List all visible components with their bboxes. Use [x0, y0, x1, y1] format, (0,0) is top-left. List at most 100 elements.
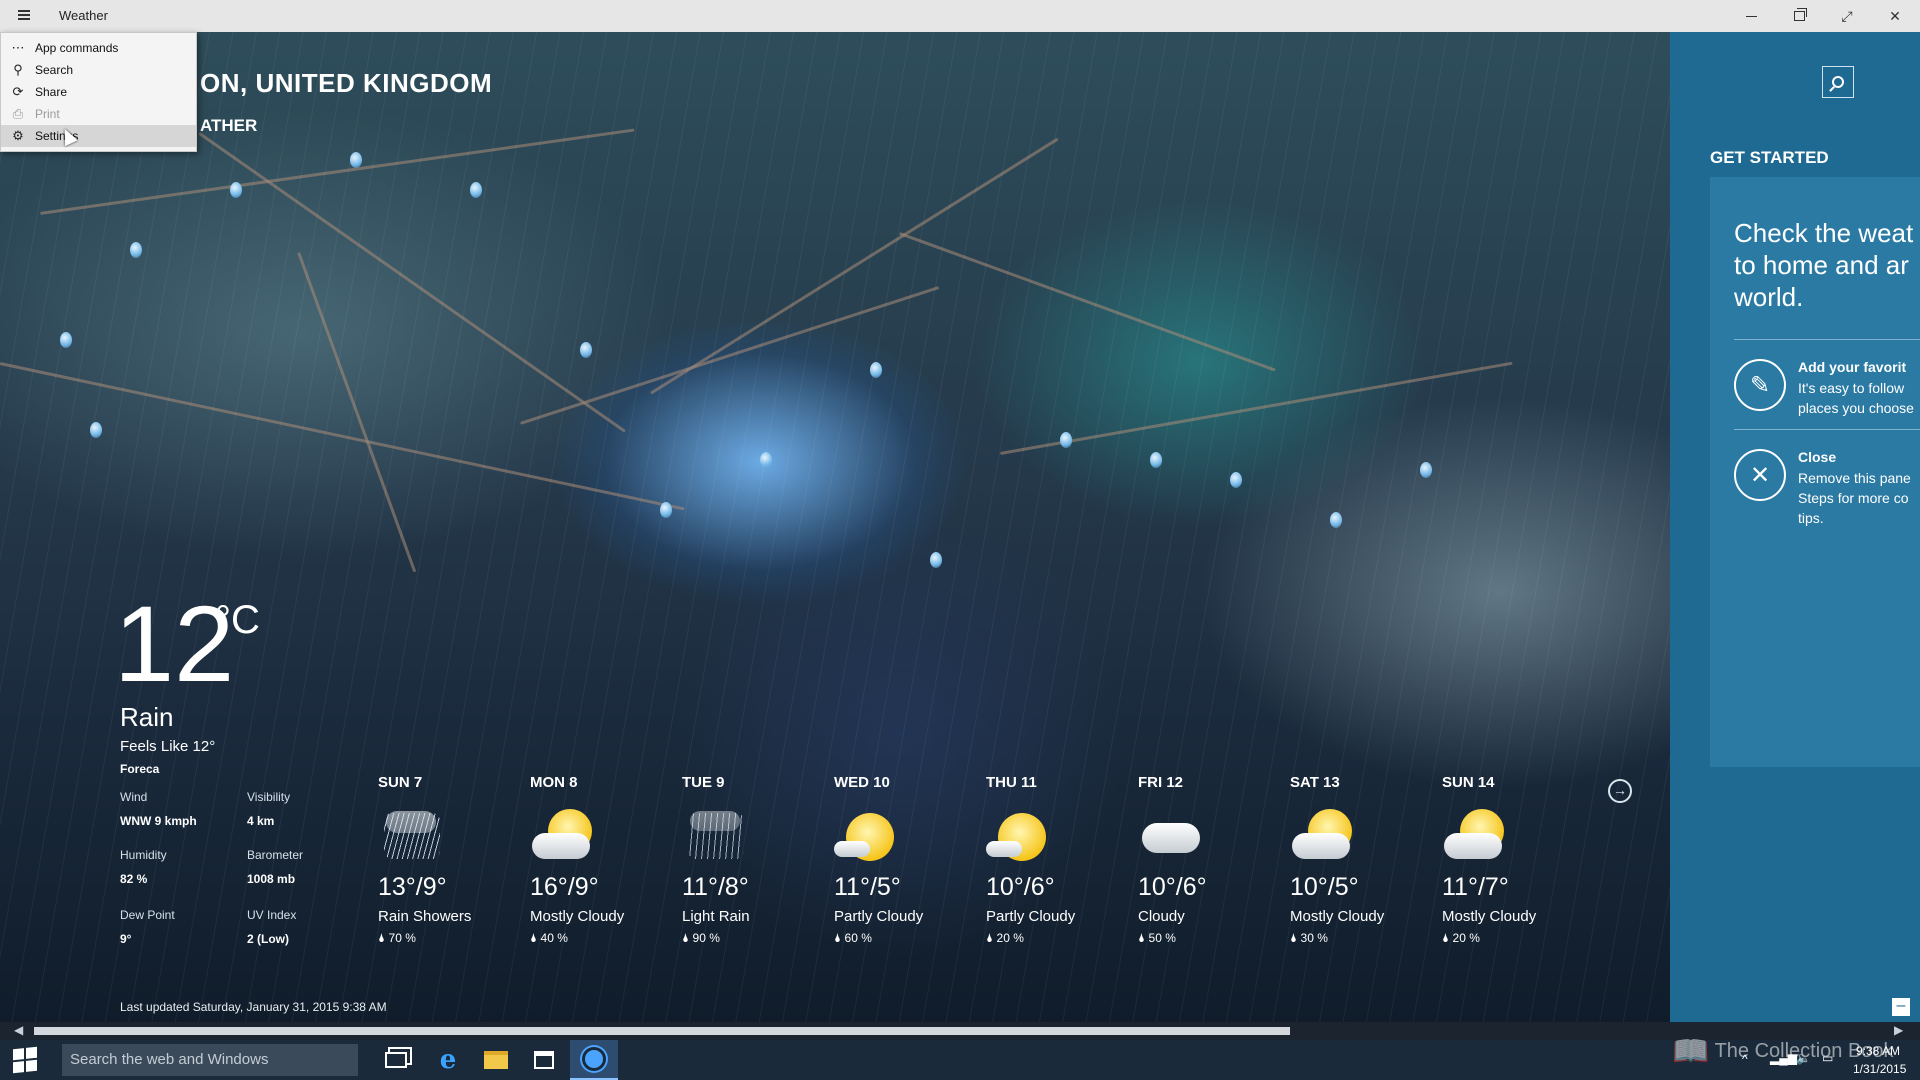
detail-wind: Wind WNW 9 kmph	[120, 790, 197, 828]
forecast-day[interactable]: SUN 7 13°/9° Rain Showers 🌢 70 %	[378, 774, 528, 946]
taskbar-search[interactable]: Search the web and Windows	[62, 1044, 358, 1076]
scroll-right-icon[interactable]: ▶	[1894, 1023, 1903, 1037]
mostly-cloudy-icon	[1442, 807, 1512, 865]
droplet-icon: 🌢	[1138, 931, 1146, 945]
close-button[interactable]: ✕	[1871, 0, 1919, 32]
precip-value: 50 %	[1148, 931, 1176, 945]
sun-icon	[585, 1050, 603, 1068]
detail-value: WNW 9 kmph	[120, 814, 197, 828]
forecast-temps: 10°/5°	[1290, 873, 1359, 901]
forecast-day[interactable]: FRI 12 10°/6° Cloudy 🌢 50 %	[1138, 774, 1288, 946]
item-desc: It's easy to follow places you choose	[1798, 380, 1914, 416]
forecast-condition: Partly Cloudy	[986, 908, 1076, 925]
close-icon: ✕	[1889, 7, 1901, 24]
menu-item-label: Print	[35, 107, 60, 121]
restore-button[interactable]	[1775, 0, 1823, 32]
detail-dew-point: Dew Point 9°	[120, 908, 175, 946]
arrow-right-icon: →	[1613, 782, 1627, 798]
start-button[interactable]	[0, 1040, 50, 1080]
internet-explorer-button[interactable]: e	[424, 1040, 472, 1080]
precip-value: 20 %	[996, 931, 1024, 945]
partly-cloudy-icon	[834, 807, 904, 865]
detail-label: Dew Point	[120, 908, 175, 922]
fullscreen-icon: ⤢	[1841, 7, 1853, 24]
forecast-condition: Rain Showers	[378, 908, 472, 925]
detail-humidity: Humidity 82 %	[120, 848, 167, 886]
file-explorer-button[interactable]	[472, 1040, 520, 1080]
store-icon	[534, 1051, 554, 1069]
divider	[1734, 429, 1920, 430]
precip-value: 40 %	[540, 931, 568, 945]
store-button[interactable]	[520, 1040, 568, 1080]
scrollbar-thumb[interactable]	[34, 1027, 1290, 1035]
detail-label: Wind	[120, 790, 148, 804]
fullscreen-button[interactable]: ⤢	[1823, 0, 1871, 32]
forecast-precip: 🌢 70 %	[378, 931, 528, 946]
more-icon: ⋯	[11, 40, 25, 55]
task-view-icon	[385, 1052, 407, 1068]
close-pane-item[interactable]: ✕ Close Remove this pane Steps for more …	[1734, 449, 1920, 526]
forecast-day[interactable]: SUN 14 11°/7° Mostly Cloudy 🌢 20 %	[1442, 774, 1592, 946]
detail-value: 82 %	[120, 872, 148, 886]
detail-label: Humidity	[120, 848, 167, 862]
droplet-icon: 🌢	[682, 931, 690, 945]
collapse-panel-button[interactable]: –	[1892, 998, 1910, 1016]
menu-item-app-commands[interactable]: ⋯ App commands	[1, 37, 196, 59]
droplet-icon: 🌢	[1290, 931, 1298, 945]
menu-item-label: Share	[35, 85, 68, 99]
forecast-temps: 10°/6°	[1138, 873, 1207, 901]
precip-value: 70 %	[388, 931, 416, 945]
location-name: ON, UNITED KINGDOM	[200, 68, 493, 98]
forecast-day[interactable]: THU 11 10°/6° Partly Cloudy 🌢 20 %	[986, 774, 1136, 946]
next-days-button[interactable]: →	[1608, 779, 1632, 803]
ie-icon: e	[439, 1045, 457, 1075]
data-provider: Foreca	[120, 762, 160, 776]
precip-value: 60 %	[844, 931, 872, 945]
item-desc: Remove this pane Steps for more co tips.	[1798, 470, 1911, 526]
forecast-temps: 16°/9°	[530, 873, 599, 901]
forecast-precip: 🌢 50 %	[1138, 931, 1288, 946]
menu-item-settings[interactable]: ⚙ Settings	[1, 125, 196, 147]
menu-item-share[interactable]: ⟳ Share	[1, 81, 196, 103]
detail-label: UV Index	[247, 908, 297, 922]
forecast-day[interactable]: SAT 13 10°/5° Mostly Cloudy 🌢 30 %	[1290, 774, 1440, 946]
horizontal-scrollbar[interactable]: ◀ ▶	[0, 1022, 1920, 1040]
search-button[interactable]	[1822, 66, 1854, 98]
forecast-condition: Mostly Cloudy	[1290, 908, 1385, 925]
pencil-icon: ✎	[1734, 359, 1786, 411]
forecast-precip: 🌢 90 %	[682, 931, 832, 946]
forecast-day[interactable]: MON 8 16°/9° Mostly Cloudy 🌢 40 %	[530, 774, 680, 946]
weather-app-button[interactable]	[570, 1040, 618, 1080]
share-icon: ⟳	[12, 84, 24, 99]
hamburger-menu-button[interactable]	[10, 6, 38, 26]
forecast-day-name: MON 8	[530, 774, 578, 791]
app-title: Weather	[59, 8, 108, 23]
forecast-precip: 🌢 60 %	[834, 931, 984, 946]
forecast-day-name: FRI 12	[1138, 774, 1184, 791]
add-favorite-item[interactable]: ✎ Add your favorit It's easy to follow p…	[1734, 359, 1920, 419]
precip-value: 30 %	[1300, 931, 1328, 945]
menu-item-search[interactable]: ⚲ Search	[1, 59, 196, 81]
forecast-precip: 🌢 30 %	[1290, 931, 1440, 946]
rain-showers-icon	[378, 807, 448, 865]
detail-barometer: Barometer 1008 mb	[247, 848, 303, 886]
forecast-day-name: SAT 13	[1290, 774, 1340, 791]
temperature-unit: °C	[215, 598, 260, 642]
menu-item-print[interactable]: ⎙ Print	[1, 103, 196, 125]
get-started-card: Check the weat to home and ar world. ✎ A…	[1710, 177, 1920, 767]
detail-label: Visibility	[247, 790, 291, 804]
detail-value: 1008 mb	[247, 872, 296, 886]
detail-visibility: Visibility 4 km	[247, 790, 290, 828]
forecast-day[interactable]: WED 10 11°/5° Partly Cloudy 🌢 60 %	[834, 774, 984, 946]
forecast-day[interactable]: TUE 9 11°/8° Light Rain 🌢 90 %	[682, 774, 832, 946]
partly-cloudy-icon	[986, 807, 1056, 865]
get-started-panel: GET STARTED Check the weat to home and a…	[1670, 32, 1920, 1027]
forecast-condition: Mostly Cloudy	[1442, 908, 1537, 925]
scroll-left-icon[interactable]: ◀	[14, 1023, 23, 1037]
minimize-icon	[1745, 15, 1757, 17]
get-started-title: GET STARTED	[1710, 148, 1829, 167]
task-view-button[interactable]	[372, 1040, 420, 1080]
minimize-button[interactable]	[1727, 0, 1775, 32]
folder-icon	[484, 1051, 508, 1069]
item-title: Add your favorit	[1798, 359, 1907, 375]
